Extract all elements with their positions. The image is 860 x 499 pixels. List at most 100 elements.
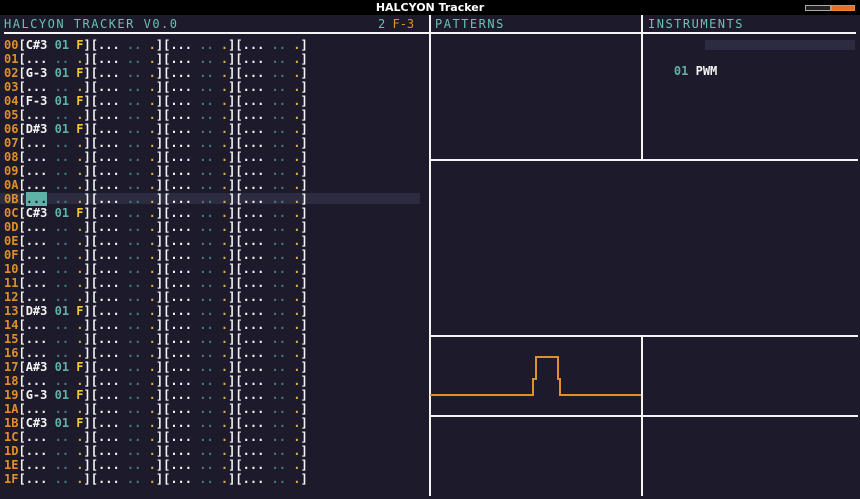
instrument-cell[interactable]: ..	[272, 374, 286, 388]
instrument-cell[interactable]: ..	[272, 122, 286, 136]
note-cell[interactable]: ...	[170, 388, 192, 402]
note-cell[interactable]: ...	[26, 430, 48, 444]
instrument-cell[interactable]: ..	[272, 388, 286, 402]
instrument-cell[interactable]: ..	[127, 332, 141, 346]
note-cell[interactable]: ...	[243, 248, 265, 262]
note-cell[interactable]: ...	[243, 458, 265, 472]
note-cell[interactable]: ...	[170, 360, 192, 374]
instrument-cell[interactable]: ..	[272, 108, 286, 122]
note-cell[interactable]: G-3	[26, 66, 48, 80]
note-cell[interactable]: ...	[26, 164, 48, 178]
instrument-cell[interactable]: ..	[127, 206, 141, 220]
effect-cell[interactable]: .	[149, 66, 156, 80]
pattern-row[interactable]: 12[... .. .][... .. .][... .. .][... .. …	[4, 290, 308, 304]
effect-cell[interactable]: .	[76, 444, 83, 458]
instrument-cell[interactable]: ..	[272, 150, 286, 164]
instrument-cell[interactable]: ..	[55, 150, 69, 164]
effect-cell[interactable]: .	[76, 248, 83, 262]
instrument-cell[interactable]: ..	[199, 108, 213, 122]
effect-cell[interactable]: F	[76, 416, 83, 430]
instrument-cell[interactable]: ..	[199, 262, 213, 276]
effect-cell[interactable]: F	[76, 122, 83, 136]
effect-cell[interactable]: .	[149, 430, 156, 444]
instrument-cell[interactable]: ..	[272, 164, 286, 178]
effect-cell[interactable]: .	[149, 80, 156, 94]
note-cell[interactable]: ...	[26, 52, 48, 66]
window-minimize-button[interactable]	[805, 5, 831, 11]
instrument-cell[interactable]: ..	[127, 178, 141, 192]
instrument-cell[interactable]: ..	[127, 164, 141, 178]
instrument-cell[interactable]: ..	[272, 178, 286, 192]
instrument-cell[interactable]: ..	[272, 66, 286, 80]
note-cell[interactable]: ...	[170, 458, 192, 472]
instrument-cell[interactable]: ..	[127, 220, 141, 234]
instrument-cell[interactable]: 01	[55, 122, 69, 136]
note-cell[interactable]: ...	[170, 178, 192, 192]
effect-cell[interactable]: F	[76, 66, 83, 80]
effect-cell[interactable]: .	[149, 136, 156, 150]
instrument-cell[interactable]: ..	[272, 346, 286, 360]
note-cell[interactable]: ...	[26, 108, 48, 122]
effect-cell[interactable]: .	[76, 318, 83, 332]
note-cell[interactable]: ...	[26, 220, 48, 234]
instrument-cell[interactable]: ..	[199, 66, 213, 80]
instrument-cell[interactable]: ..	[127, 80, 141, 94]
note-cell[interactable]: ...	[170, 304, 192, 318]
instrument-cell[interactable]: ..	[127, 94, 141, 108]
note-cell[interactable]: ...	[243, 38, 265, 52]
instrument-cell[interactable]: ..	[55, 164, 69, 178]
pattern-row[interactable]: 14[... .. .][... .. .][... .. .][... .. …	[4, 318, 308, 332]
instrument-cell[interactable]: ..	[127, 444, 141, 458]
note-cell[interactable]: ...	[243, 346, 265, 360]
instrument-cell[interactable]: ..	[272, 360, 286, 374]
pattern-row[interactable]: 15[... .. .][... .. .][... .. .][... .. …	[4, 332, 308, 346]
instrument-cell[interactable]: 01	[55, 304, 69, 318]
effect-cell[interactable]: .	[76, 290, 83, 304]
instrument-cell[interactable]: ..	[272, 234, 286, 248]
note-cell[interactable]: ...	[26, 332, 48, 346]
note-cell[interactable]: ...	[98, 38, 120, 52]
note-cell[interactable]: ...	[243, 52, 265, 66]
note-cell[interactable]: ...	[243, 416, 265, 430]
instrument-cell[interactable]: ..	[272, 136, 286, 150]
note-cell[interactable]: ...	[170, 234, 192, 248]
note-cell[interactable]: ...	[170, 150, 192, 164]
instrument-cell[interactable]: ..	[127, 66, 141, 80]
note-cell[interactable]: ...	[170, 108, 192, 122]
note-cell[interactable]: ...	[98, 206, 120, 220]
note-cell[interactable]: ...	[243, 164, 265, 178]
effect-cell[interactable]: .	[149, 416, 156, 430]
instrument-cell[interactable]: ..	[199, 248, 213, 262]
note-cell[interactable]: ...	[98, 234, 120, 248]
pattern-row[interactable]: 05[... .. .][... .. .][... .. .][... .. …	[4, 108, 308, 122]
effect-cell[interactable]: .	[76, 402, 83, 416]
instrument-cell[interactable]: ..	[272, 248, 286, 262]
note-cell[interactable]: ...	[98, 416, 120, 430]
instrument-cell[interactable]: ..	[199, 94, 213, 108]
note-cell[interactable]: ...	[170, 318, 192, 332]
effect-cell[interactable]: .	[149, 38, 156, 52]
note-cell[interactable]: ...	[98, 388, 120, 402]
note-cell[interactable]: ...	[243, 318, 265, 332]
effect-cell[interactable]: .	[149, 360, 156, 374]
instrument-cell[interactable]: ..	[272, 290, 286, 304]
effect-cell[interactable]: .	[76, 220, 83, 234]
note-cell[interactable]: ...	[98, 248, 120, 262]
instrument-cell[interactable]: 01	[55, 66, 69, 80]
note-cell[interactable]: ...	[26, 234, 48, 248]
instrument-cell[interactable]: ..	[55, 472, 69, 486]
note-cell[interactable]: ...	[243, 430, 265, 444]
effect-cell[interactable]: .	[76, 374, 83, 388]
effect-cell[interactable]: .	[149, 304, 156, 318]
effect-cell[interactable]: F	[76, 94, 83, 108]
effect-cell[interactable]: .	[149, 234, 156, 248]
instrument-cell[interactable]: ..	[199, 304, 213, 318]
note-cell[interactable]: ...	[98, 150, 120, 164]
window-close-button[interactable]	[831, 5, 855, 11]
note-cell[interactable]: ...	[243, 360, 265, 374]
effect-cell[interactable]: F	[76, 206, 83, 220]
instrument-cell[interactable]: ..	[127, 472, 141, 486]
instrument-cell[interactable]: ..	[127, 52, 141, 66]
note-cell[interactable]: ...	[98, 304, 120, 318]
effect-cell[interactable]: .	[149, 94, 156, 108]
